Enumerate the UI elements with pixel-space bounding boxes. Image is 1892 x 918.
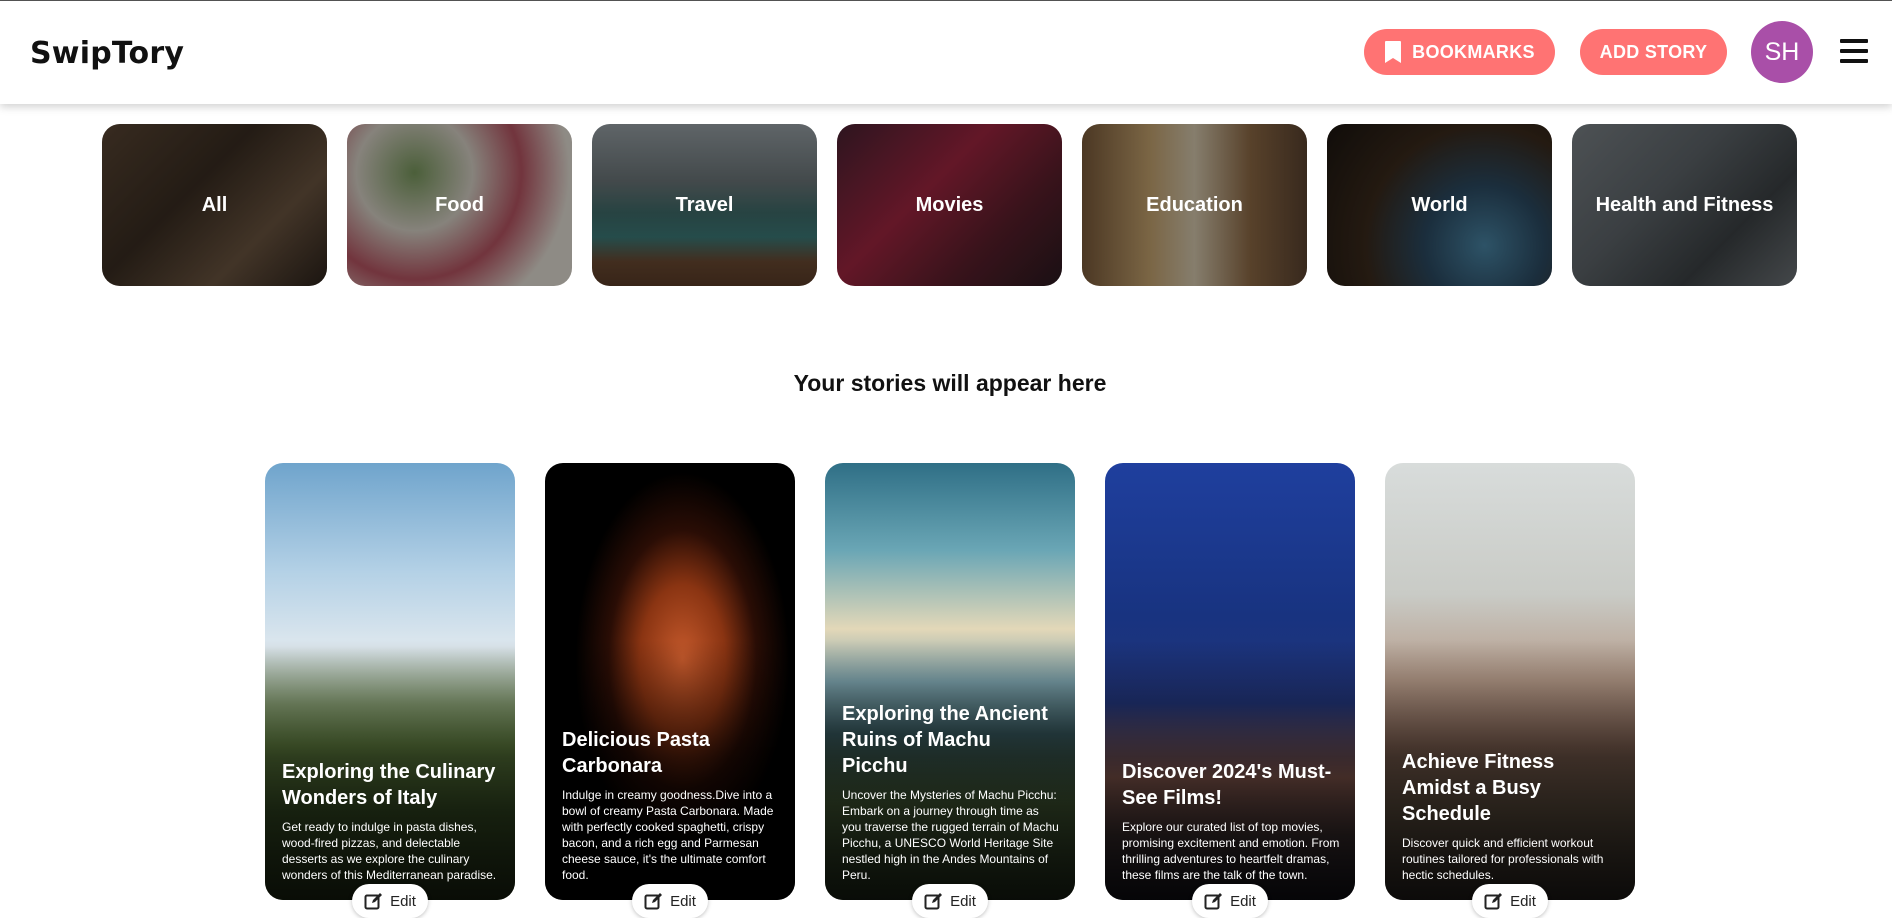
edit-label: Edit <box>1230 892 1256 910</box>
category-card-food[interactable]: Food <box>347 124 572 286</box>
edit-icon <box>924 893 943 910</box>
bookmark-icon <box>1385 41 1402 63</box>
story-text: Achieve Fitness Amidst a Busy Schedule D… <box>1402 749 1621 883</box>
hamburger-menu-icon[interactable] <box>1840 39 1868 65</box>
story-description: Indulge in creamy goodness.Dive into a b… <box>562 788 774 882</box>
edit-story-button[interactable]: Edit <box>912 884 988 918</box>
category-label: Movies <box>915 193 984 216</box>
category-label: Health and Fitness <box>1595 193 1774 216</box>
edit-story-button[interactable]: Edit <box>352 884 428 918</box>
top-navbar: SwipTory BOOKMARKS ADD STORY SH <box>0 1 1892 104</box>
story-text: Exploring the Ancient Ruins of Machu Pic… <box>842 701 1061 883</box>
edit-icon <box>644 893 663 910</box>
section-title: Your stories will appear here <box>793 370 1107 396</box>
story-title: Achieve Fitness Amidst a Busy Schedule <box>1402 751 1555 825</box>
bookmarks-button[interactable]: BOOKMARKS <box>1364 29 1555 75</box>
menu-bar-line <box>1840 59 1868 63</box>
story-description: Get ready to indulge in pasta dishes, wo… <box>282 820 497 882</box>
edit-story-button[interactable]: Edit <box>1472 884 1548 918</box>
edit-icon <box>364 893 383 910</box>
story-text: Discover 2024's Must-See Films! Explore … <box>1122 759 1341 883</box>
category-label: World <box>1411 193 1468 216</box>
edit-label: Edit <box>950 892 976 910</box>
category-card-world[interactable]: World <box>1327 124 1552 286</box>
menu-bar-line <box>1840 49 1868 53</box>
story-card[interactable]: Achieve Fitness Amidst a Busy Schedule D… <box>1385 463 1635 900</box>
story-card[interactable]: Exploring the Ancient Ruins of Machu Pic… <box>825 463 1075 900</box>
edit-story-button[interactable]: Edit <box>632 884 708 918</box>
category-label: All <box>201 193 228 216</box>
category-card-travel[interactable]: Travel <box>592 124 817 286</box>
category-filter-bar: All Food Travel Movies Education World H… <box>102 124 1798 286</box>
category-card-all[interactable]: All <box>102 124 327 286</box>
edit-story-button[interactable]: Edit <box>1192 884 1268 918</box>
category-label: Food <box>435 193 484 216</box>
edit-label: Edit <box>1510 892 1536 910</box>
bookmarks-label: BOOKMARKS <box>1412 41 1535 62</box>
add-story-button[interactable]: ADD STORY <box>1580 29 1727 75</box>
edit-icon <box>1204 893 1223 910</box>
story-description: Uncover the Mysteries of Machu Picchu: E… <box>842 788 1059 882</box>
edit-icon <box>1484 893 1503 910</box>
category-card-movies[interactable]: Movies <box>837 124 1062 286</box>
story-text: Exploring the Culinary Wonders of Italy … <box>282 759 501 883</box>
story-description: Explore our curated list of top movies, … <box>1122 820 1340 882</box>
category-card-education[interactable]: Education <box>1082 124 1307 286</box>
category-label: Education <box>1146 193 1243 216</box>
story-text: Delicious Pasta Carbonara Indulge in cre… <box>562 727 781 883</box>
story-card[interactable]: Delicious Pasta Carbonara Indulge in cre… <box>545 463 795 900</box>
story-card[interactable]: Exploring the Culinary Wonders of Italy … <box>265 463 515 900</box>
avatar[interactable]: SH <box>1751 21 1813 83</box>
story-title: Exploring the Culinary Wonders of Italy <box>282 761 496 809</box>
avatar-initials: SH <box>1764 37 1800 66</box>
story-description: Discover quick and efficient workout rou… <box>1402 836 1604 882</box>
add-story-label: ADD STORY <box>1599 41 1708 62</box>
menu-bar-line <box>1840 39 1868 43</box>
story-title: Exploring the Ancient Ruins of Machu Pic… <box>842 703 1048 777</box>
story-card[interactable]: Discover 2024's Must-See Films! Explore … <box>1105 463 1355 900</box>
category-card-health-and-fitness[interactable]: Health and Fitness <box>1572 124 1797 286</box>
app-logo[interactable]: SwipTory <box>30 36 184 71</box>
story-title: Delicious Pasta Carbonara <box>562 729 710 777</box>
edit-label: Edit <box>670 892 696 910</box>
category-label: Travel <box>675 193 734 216</box>
story-title: Discover 2024's Must-See Films! <box>1122 761 1332 809</box>
edit-label: Edit <box>390 892 416 910</box>
